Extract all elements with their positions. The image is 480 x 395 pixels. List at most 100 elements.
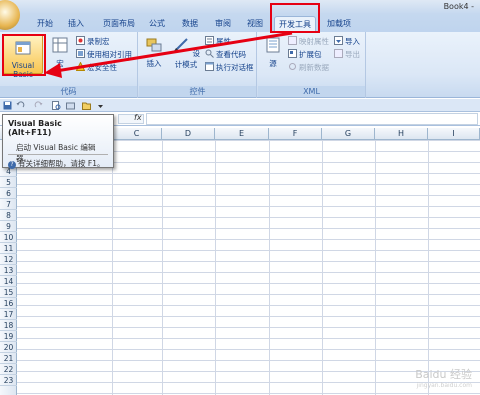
run-dialog-label: 执行对话框: [216, 63, 254, 72]
macro-security-label: 宏安全性: [87, 63, 117, 72]
expansion-pack-icon: [288, 49, 297, 58]
map-properties-button[interactable]: 映射属性: [288, 36, 329, 47]
record-macro-button[interactable]: 录制宏: [76, 36, 110, 47]
watermark: Baidu 经验 jingyan.baidu.com: [415, 366, 472, 389]
row-header[interactable]: 5: [0, 177, 17, 188]
tab-view[interactable]: 视图: [244, 16, 266, 32]
import-button[interactable]: 导入: [334, 36, 360, 47]
watermark-text: Baidu 经验: [415, 368, 472, 381]
xml-group-label: XML: [258, 86, 365, 97]
map-properties-icon: [288, 36, 297, 45]
column-header-e[interactable]: E: [215, 128, 269, 140]
tab-page-layout[interactable]: 页面布局: [99, 16, 139, 32]
document-title: Book4 -: [443, 2, 474, 11]
quick-access-toolbar: [0, 99, 480, 112]
xml-source-icon: [266, 37, 280, 53]
design-mode-button[interactable]: 设计模式: [169, 36, 203, 74]
row-header[interactable]: 13: [0, 265, 17, 276]
view-code-button[interactable]: 查看代码: [205, 49, 246, 60]
macros-button[interactable]: 宏: [48, 36, 72, 74]
row-header[interactable]: 8: [0, 210, 17, 221]
formula-input[interactable]: [146, 113, 478, 125]
row-header[interactable]: 11: [0, 243, 17, 254]
annotation-box-developer-tab: [270, 3, 320, 33]
spelling-icon[interactable]: [66, 101, 75, 110]
worksheet-grid[interactable]: [17, 140, 480, 395]
row-header[interactable]: 12: [0, 254, 17, 265]
save-icon[interactable]: [3, 101, 12, 110]
column-header-g[interactable]: G: [322, 128, 375, 140]
export-button[interactable]: 导出: [334, 49, 360, 60]
visual-basic-tooltip: Visual Basic (Alt+F11) 启动 Visual Basic 编…: [2, 114, 114, 169]
xml-source-button[interactable]: 源: [262, 36, 284, 74]
controls-group: 插入 设计模式 属性 查看代码 执行对话框 控件: [139, 32, 257, 98]
title-bar: Book4 -: [0, 0, 480, 14]
export-label: 导出: [345, 50, 360, 59]
map-properties-label: 映射属性: [299, 37, 329, 46]
row-header[interactable]: 23: [0, 375, 17, 386]
column-header-d[interactable]: D: [162, 128, 215, 140]
expansion-pack-label: 扩展包: [299, 50, 322, 59]
print-preview-icon[interactable]: [52, 101, 61, 110]
row-header[interactable]: 18: [0, 320, 17, 331]
tooltip-help: ? 有关详细帮助，请按 F1。: [8, 154, 108, 169]
code-group-label: 代码: [0, 86, 137, 97]
properties-icon: [205, 36, 214, 45]
refresh-data-button[interactable]: 刷新数据: [288, 62, 329, 73]
insert-function-button[interactable]: fx: [134, 113, 142, 122]
view-code-icon: [205, 49, 214, 58]
tab-data[interactable]: 数据: [179, 16, 201, 32]
help-icon: ?: [8, 161, 16, 169]
xml-source-label: 源: [269, 59, 277, 68]
relative-reference-icon: [76, 49, 85, 58]
ribbon: Visual Basic 宏 录制宏 使用相对引用 宏安全性 代码 插入 设计模…: [0, 32, 480, 98]
import-icon: [334, 36, 343, 45]
warning-icon: [76, 62, 85, 71]
tooltip-title: Visual Basic (Alt+F11): [8, 119, 62, 137]
row-header[interactable]: 21: [0, 353, 17, 364]
column-header-i[interactable]: I: [428, 128, 480, 140]
controls-group-label: 控件: [139, 86, 256, 97]
column-header-f[interactable]: F: [269, 128, 322, 140]
expansion-pack-button[interactable]: 扩展包: [288, 49, 322, 60]
row-header[interactable]: 6: [0, 188, 17, 199]
refresh-data-label: 刷新数据: [299, 63, 329, 72]
macro-icon: [52, 37, 68, 53]
row-header[interactable]: 7: [0, 199, 17, 210]
row-header[interactable]: 16: [0, 298, 17, 309]
annotation-box-visual-basic: [2, 34, 46, 76]
tab-addins[interactable]: 加载项: [324, 16, 354, 32]
row-header[interactable]: 14: [0, 276, 17, 287]
row-header[interactable]: 10: [0, 232, 17, 243]
record-macro-label: 录制宏: [87, 37, 110, 46]
row-header[interactable]: 15: [0, 287, 17, 298]
column-header-c[interactable]: C: [112, 128, 162, 140]
row-header[interactable]: 9: [0, 221, 17, 232]
insert-control-button[interactable]: 插入: [142, 36, 166, 74]
xml-group: 源 映射属性 扩展包 刷新数据 导入 导出 XML: [258, 32, 366, 98]
insert-control-label: 插入: [146, 59, 162, 68]
record-macro-icon: [76, 36, 85, 45]
row-header[interactable]: 17: [0, 309, 17, 320]
insert-controls-icon: [146, 38, 162, 52]
refresh-icon: [289, 63, 296, 70]
row-header[interactable]: 20: [0, 342, 17, 353]
run-dialog-icon: [205, 62, 214, 71]
row-header[interactable]: 22: [0, 364, 17, 375]
properties-button[interactable]: 属性: [205, 36, 231, 47]
redo-icon[interactable]: [34, 101, 43, 110]
customize-qat-icon[interactable]: [96, 101, 105, 110]
column-header-h[interactable]: H: [375, 128, 428, 140]
undo-icon[interactable]: [16, 101, 25, 110]
row-headers: 4 5 6 7 8 9 10 11 12 13 14 15 16 17 18 19 20 21 22 23: [0, 140, 17, 395]
tab-home[interactable]: 开始: [34, 16, 56, 32]
tab-formulas[interactable]: 公式: [146, 16, 168, 32]
open-icon[interactable]: [82, 101, 91, 110]
export-icon: [334, 49, 343, 58]
macro-security-button[interactable]: 宏安全性: [76, 62, 117, 73]
relative-reference-button[interactable]: 使用相对引用: [76, 49, 132, 60]
tab-review[interactable]: 审阅: [212, 16, 234, 32]
tab-insert[interactable]: 插入: [65, 16, 87, 32]
run-dialog-button[interactable]: 执行对话框: [205, 62, 254, 73]
row-header[interactable]: 19: [0, 331, 17, 342]
